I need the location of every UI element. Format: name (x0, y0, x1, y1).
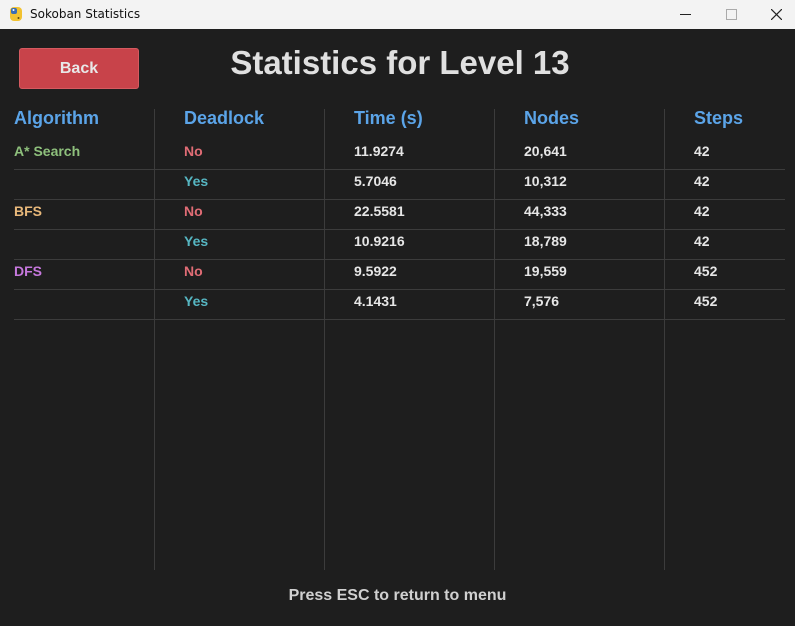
row-divider (14, 319, 785, 320)
steps-value: 42 (694, 233, 710, 249)
time-value: 9.5922 (354, 263, 397, 279)
row-divider (14, 169, 785, 170)
maximize-button[interactable] (709, 0, 755, 29)
column-divider (494, 109, 495, 570)
row-divider (14, 259, 785, 260)
steps-value: 42 (694, 173, 710, 189)
time-value: 10.9216 (354, 233, 405, 249)
steps-value: 452 (694, 263, 718, 279)
header-nodes: Nodes (524, 108, 580, 128)
nodes-value: 18,789 (524, 233, 567, 249)
row-divider (14, 289, 785, 290)
deadlock-value: Yes (184, 173, 209, 189)
minimize-button[interactable] (663, 0, 709, 29)
nodes-value: 44,333 (524, 203, 567, 219)
deadlock-value: No (184, 143, 203, 159)
close-button[interactable] (754, 0, 795, 29)
column-divider (324, 109, 325, 570)
nodes-value: 7,576 (524, 293, 560, 309)
header-algorithm: Algorithm (14, 108, 99, 128)
deadlock-value: Yes (184, 293, 209, 309)
page-title: Statistics for Level 13 (230, 44, 570, 81)
deadlock-value: Yes (184, 233, 209, 249)
time-value: 4.1431 (354, 293, 397, 309)
time-value: 11.9274 (354, 143, 404, 159)
maximize-icon (726, 9, 737, 20)
header-steps: Steps (694, 108, 744, 128)
steps-value: 42 (694, 143, 710, 159)
time-value: 5.7046 (354, 173, 397, 189)
row-divider (14, 229, 785, 230)
python-icon (10, 7, 22, 21)
algorithm-bfs: BFS (14, 203, 42, 219)
algorithm-astar: A* Search (14, 143, 81, 159)
close-icon (771, 9, 782, 20)
statistics-screen: Back Statistics for Level 13 Algorithm D… (0, 29, 795, 626)
footer-hint: Press ESC to return to menu (288, 587, 507, 604)
nodes-value: 19,559 (524, 263, 567, 279)
deadlock-value: No (184, 263, 203, 279)
deadlock-value: No (184, 203, 203, 219)
window-title: Sokoban Statistics (30, 7, 141, 21)
nodes-value: 20,641 (524, 143, 567, 159)
steps-value: 452 (694, 293, 718, 309)
algorithm-dfs: DFS (14, 263, 42, 279)
column-divider (664, 109, 665, 570)
window-titlebar: Sokoban Statistics (0, 0, 795, 29)
steps-value: 42 (694, 203, 710, 219)
minimize-icon (680, 14, 691, 15)
column-divider (154, 109, 155, 570)
header-deadlock: Deadlock (184, 108, 265, 128)
time-value: 22.5581 (354, 203, 405, 219)
header-time: Time (s) (354, 108, 423, 128)
row-divider (14, 199, 785, 200)
nodes-value: 10,312 (524, 173, 567, 189)
back-button[interactable]: Back (19, 48, 139, 89)
